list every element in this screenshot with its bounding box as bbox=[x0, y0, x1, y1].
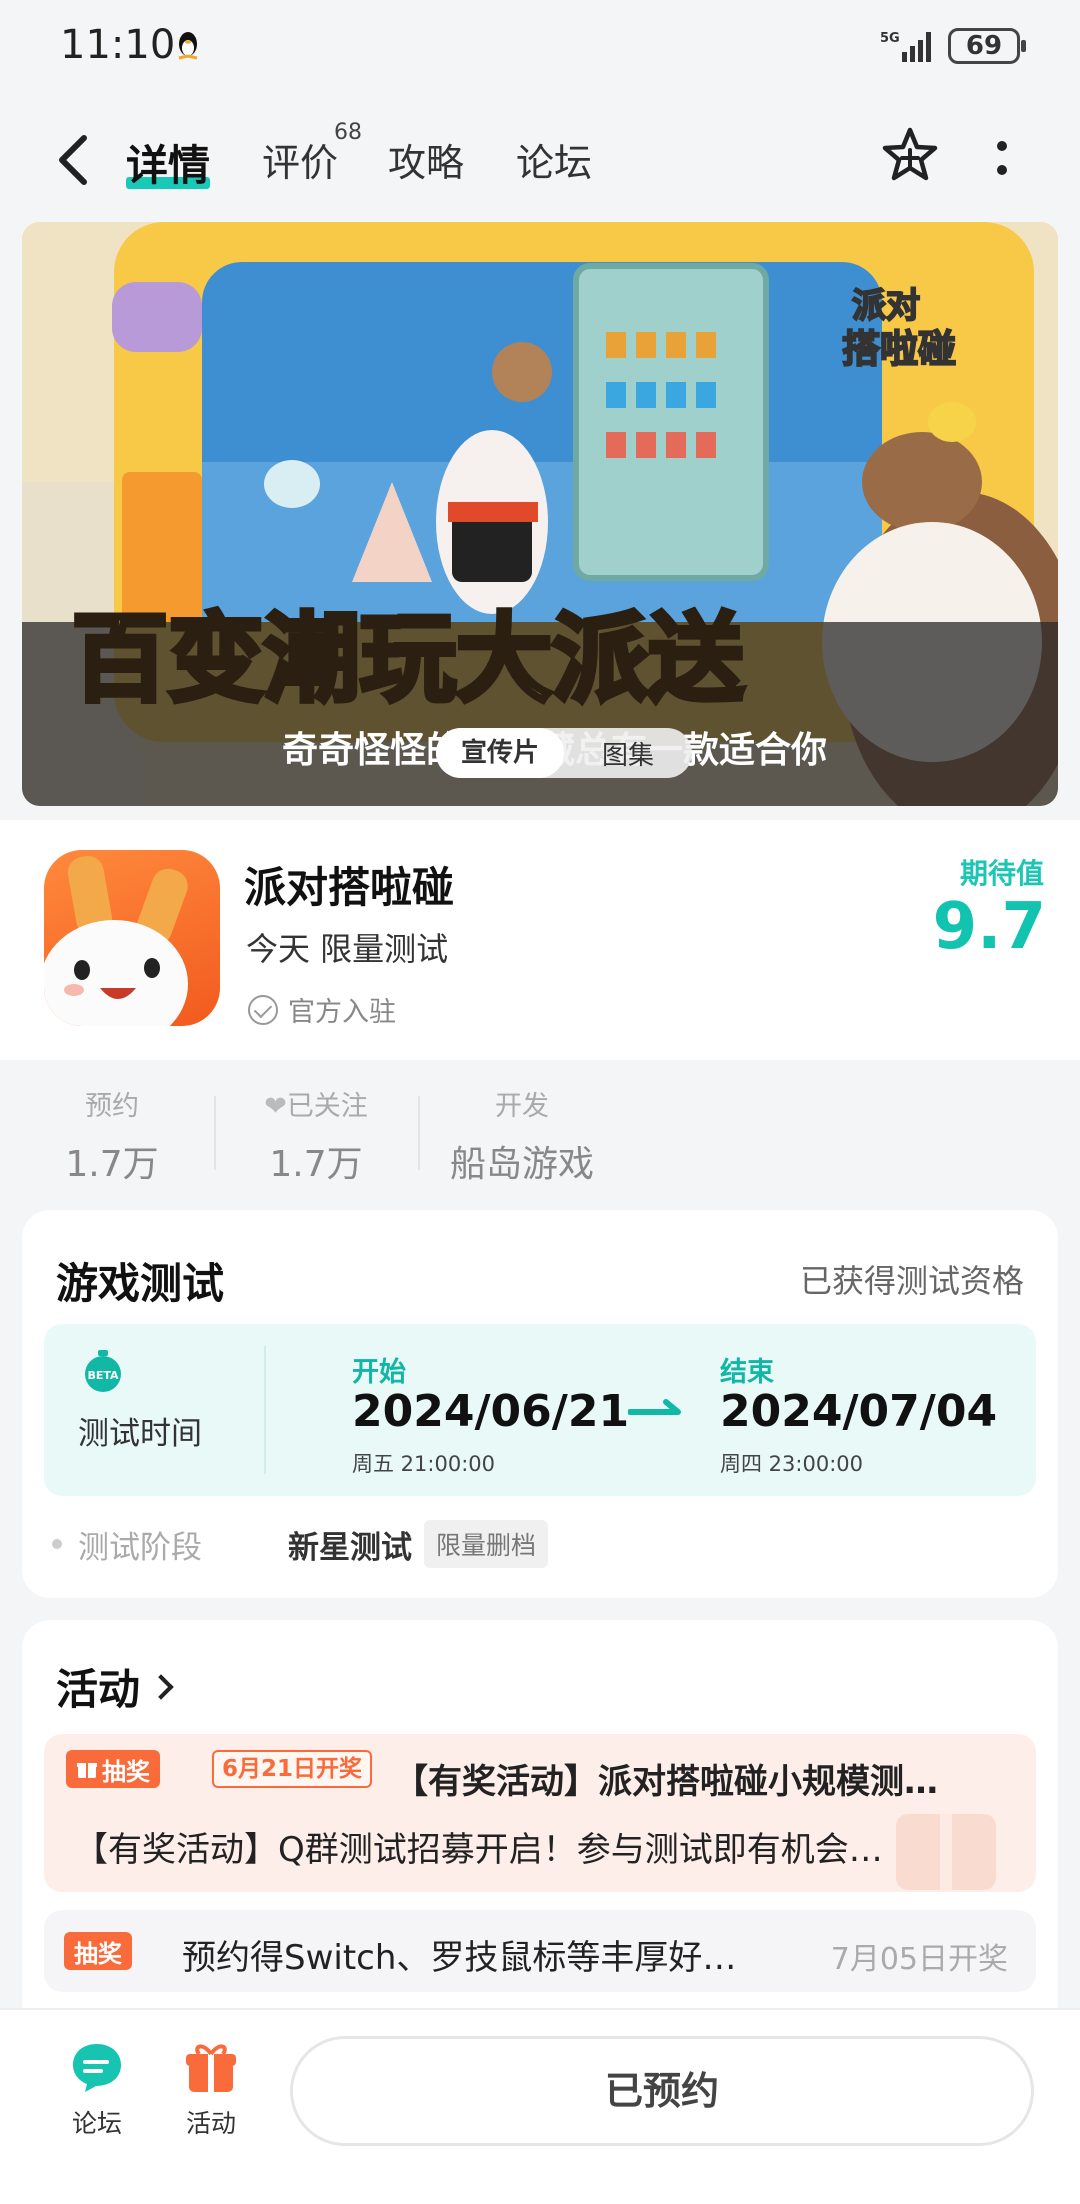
heart-check-icon: ❤ bbox=[264, 1091, 287, 1122]
divider bbox=[264, 1346, 266, 1474]
activity-draw-date: 7月05日开奖 bbox=[830, 1942, 1008, 1977]
banner-artwork: 百变潮玩大派送 奇奇怪怪的...宝藏总有一款适合你 派对 搭啦碰 bbox=[22, 222, 1058, 806]
end-date: 2024/07/04 bbox=[720, 1386, 998, 1437]
gift-icon bbox=[77, 1763, 97, 1778]
chat-bubble-icon bbox=[73, 2044, 121, 2092]
divider bbox=[214, 1096, 216, 1170]
stage-tag: 限量删档 bbox=[424, 1520, 549, 1568]
tab-details[interactable]: 详情 bbox=[126, 132, 211, 193]
svg-text:搭啦碰: 搭啦碰 bbox=[842, 327, 956, 371]
test-time-label: 测试时间 bbox=[78, 1416, 202, 1452]
app-info: 派对搭啦碰 今天 限量测试 官方入驻 期待值 9.7 bbox=[0, 820, 1080, 1060]
back-arrow-icon[interactable] bbox=[52, 132, 96, 188]
activity-item[interactable]: 抽奖 6月21日开奖 【有奖活动】派对搭啦碰小规模测… 【有奖活动】Q群测试招募… bbox=[44, 1734, 1036, 1892]
expectation-label: 期待值 bbox=[959, 857, 1044, 890]
activities-card: 活动 抽奖 6月21日开奖 【有奖活动】派对搭啦碰小规模测… 【有奖活动】Q群测… bbox=[22, 1620, 1058, 2020]
arrow-right-icon bbox=[628, 1399, 681, 1415]
stat-developer[interactable]: 开发 船岛游戏 bbox=[442, 1084, 602, 1187]
stage-value: 新星测试 bbox=[288, 1529, 412, 1566]
activity-title: 【有奖活动】派对搭啦碰小规模测… bbox=[394, 1762, 938, 1802]
bottom-action-bar: 论坛 活动 已预约 bbox=[0, 2008, 1080, 2204]
battery-icon: 69 bbox=[948, 28, 1026, 64]
chevron-right-icon bbox=[148, 1673, 174, 1700]
forum-button[interactable]: 论坛 bbox=[42, 2040, 152, 2140]
svg-text:派对: 派对 bbox=[852, 286, 920, 326]
start-time: 周五 21:00:00 bbox=[352, 1452, 495, 1476]
svg-text:BETA: BETA bbox=[87, 1369, 119, 1382]
start-label: 开始 bbox=[352, 1357, 406, 1388]
beta-timer-icon: BETA bbox=[85, 1350, 121, 1392]
expectation-score: 9.7 bbox=[932, 890, 1046, 964]
segment-gallery[interactable]: 图集 bbox=[564, 735, 692, 772]
test-section-title: 游戏测试 bbox=[56, 1259, 225, 1308]
promo-video-banner[interactable]: 百变潮玩大派送 奇奇怪怪的...宝藏总有一款适合你 派对 搭啦碰 宣传片 图集 bbox=[22, 222, 1058, 806]
draw-date-tag: 6月21日开奖 bbox=[212, 1750, 373, 1788]
top-nav: 详情 评价 68 攻略 论坛 bbox=[0, 110, 1080, 210]
bullet bbox=[52, 1539, 62, 1549]
divider bbox=[418, 1096, 420, 1170]
review-count-badge: 68 bbox=[334, 120, 363, 145]
tab-guides[interactable]: 攻略 bbox=[388, 132, 464, 187]
media-segment-control: 宣传片 图集 bbox=[436, 728, 692, 778]
status-bar: 11:10 5G 69 bbox=[0, 0, 1080, 96]
activity-button[interactable]: 活动 bbox=[156, 2040, 266, 2140]
official-verified: 官方入驻 bbox=[248, 990, 396, 1029]
check-circle-icon bbox=[248, 994, 278, 1025]
lottery-tag: 抽奖 bbox=[64, 1932, 132, 1970]
tab-reviews[interactable]: 评价 68 bbox=[262, 120, 362, 187]
tab-forum[interactable]: 论坛 bbox=[516, 132, 592, 187]
svg-text:5G: 5G bbox=[880, 31, 900, 46]
qq-penguin-icon bbox=[178, 32, 198, 60]
end-label: 结束 bbox=[720, 1357, 774, 1388]
lottery-tag: 抽奖 bbox=[66, 1750, 160, 1788]
segment-video[interactable]: 宣传片 bbox=[436, 728, 564, 778]
more-options-icon[interactable] bbox=[990, 134, 1014, 184]
end-time: 周四 23:00:00 bbox=[720, 1452, 863, 1476]
test-time-box: BETA 测试时间 开始 2024/06/21 周五 21:00:00 结束 2… bbox=[44, 1324, 1036, 1496]
app-subtitle: 今天 限量测试 bbox=[246, 930, 449, 968]
stat-follow[interactable]: ❤已关注 1.7万 bbox=[256, 1084, 376, 1187]
game-test-card: 游戏测试 已获得测试资格 BETA 测试时间 开始 2024/06/21 周五 … bbox=[22, 1210, 1058, 1598]
stage-label: 测试阶段 bbox=[78, 1529, 202, 1566]
test-stage: 测试阶段 新星测试 限量删档 bbox=[52, 1520, 549, 1568]
activity-desc: 【有奖活动】Q群测试招募开启！参与测试即有机会… bbox=[74, 1830, 883, 1870]
test-qualification: 已获得测试资格 bbox=[799, 1262, 1024, 1300]
activity-item[interactable]: 抽奖 预约得Switch、罗技鼠标等丰厚好… 7月05日开奖 bbox=[44, 1910, 1036, 1992]
gift-icon bbox=[186, 2044, 236, 2092]
activities-header[interactable]: 活动 bbox=[56, 1656, 174, 1717]
stat-reserve: 预约 1.7万 bbox=[65, 1091, 159, 1185]
app-name: 派对搭啦碰 bbox=[244, 863, 455, 912]
app-icon bbox=[44, 850, 220, 1026]
reserved-button[interactable]: 已预约 bbox=[290, 2036, 1034, 2146]
status-time: 11:10 bbox=[60, 22, 176, 68]
start-date: 2024/06/21 bbox=[352, 1386, 630, 1437]
svg-text:百变潮玩大派送: 百变潮玩大派送 bbox=[72, 603, 744, 715]
favorite-star-icon[interactable] bbox=[878, 124, 942, 188]
signal-icon: 5G bbox=[880, 31, 931, 62]
activity-title: 预约得Switch、罗技鼠标等丰厚好… bbox=[182, 1938, 737, 1978]
stats-row: 预约 1.7万 ❤已关注 1.7万 开发 船岛游戏 bbox=[0, 1060, 1080, 1210]
